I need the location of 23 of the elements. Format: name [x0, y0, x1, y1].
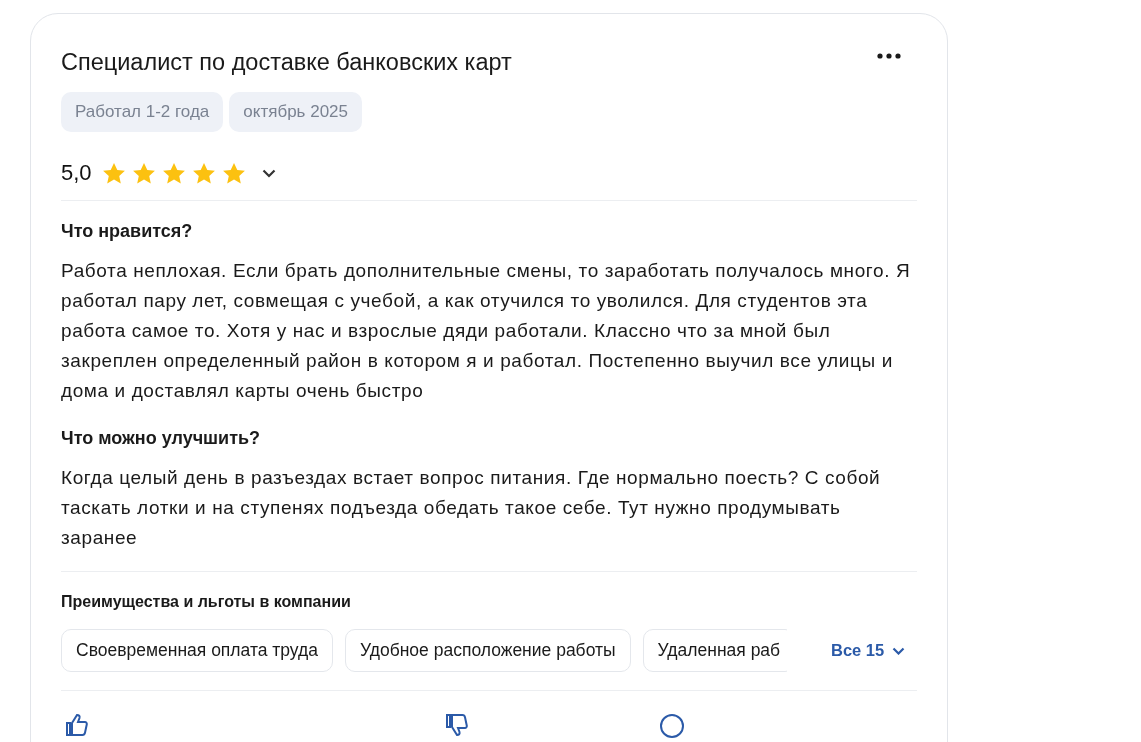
- chevron-down-icon[interactable]: [261, 168, 276, 178]
- review-title: Специалист по доставке банковских карт: [61, 49, 512, 76]
- review-tag: октябрь 2025: [229, 92, 362, 132]
- benefit-chip: Своевременная оплата труда: [61, 629, 333, 672]
- review-text: Когда целый день в разъездах встает вопрос питания. Где нормально поесть? С собой таскать лотки и на ступенях подъезда обедать такое себе. Тут нужно продумывать заранее: [61, 466, 882, 550]
- rating-value: 5,0: [61, 160, 92, 186]
- star-icon: [131, 161, 156, 185]
- benefit-chip: Удаленная раб: [642, 629, 787, 672]
- star-icon: [101, 161, 126, 185]
- section-heading: Что можно улучшить?: [61, 428, 262, 449]
- show-all-button[interactable]: Все 15: [831, 641, 906, 660]
- benefits-heading: Преимущества и льготы в компании: [61, 593, 352, 611]
- star-icon: [161, 161, 186, 185]
- star-icon: [191, 161, 216, 185]
- star-icon: [221, 161, 246, 185]
- circle-icon[interactable]: [659, 713, 685, 739]
- more-options-icon[interactable]: [877, 53, 901, 59]
- thumbs-up-icon[interactable]: [65, 713, 89, 737]
- thumbs-down-icon[interactable]: [445, 713, 469, 737]
- review-tag: Работал 1-2 года: [61, 92, 224, 132]
- section-heading: Что нравится?: [61, 221, 194, 242]
- review-text: Работа неплохая. Если брать дополнительные смены, то заработать получалось много. Я работал пару лет, совмещая с учебой, а как отучился то уволился. Для студентов эта работа самое то. Хотя у нас и взрослые дяди работали. Классно что за мной был закреплен определенный район в котором я и работал. Постепенно выучил все улицы и дома и доставлял карты очень быстро: [61, 259, 912, 403]
- benefit-chip: Удобное расположение работы: [345, 629, 631, 672]
